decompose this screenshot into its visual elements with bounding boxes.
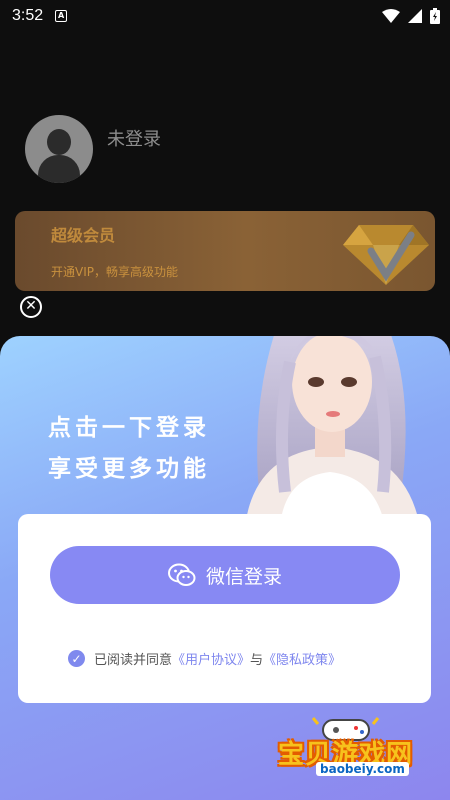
close-icon[interactable]: ✕	[20, 296, 42, 318]
login-card: 微信登录 ✓ 已阅读并同意 《用户协议》 与 《隐私政策》	[18, 514, 431, 703]
watermark-url: baobeiy.com	[316, 762, 409, 776]
user-agreement-link[interactable]: 《用户协议》	[172, 649, 250, 668]
agreement-row: ✓ 已阅读并同意 《用户协议》 与 《隐私政策》	[68, 649, 341, 668]
vip-description: 开通VIP，畅享高级功能	[51, 265, 178, 279]
vip-title: 超级会员	[51, 226, 116, 245]
check-icon[interactable]: ✓	[68, 650, 85, 667]
agreement-prefix: 已阅读并同意	[94, 653, 173, 668]
promo-line-2: 享受更多功能	[48, 456, 210, 482]
privacy-policy-link[interactable]: 《隐私政策》	[263, 649, 341, 668]
character-illustration	[245, 336, 420, 526]
watermark: 宝贝游戏网 baobeiy.com	[268, 712, 428, 792]
user-icon[interactable]	[25, 115, 93, 183]
wechat-login-button[interactable]: 微信登录	[50, 546, 400, 604]
login-status[interactable]: 未登录	[107, 125, 161, 151]
wechat-login-label: 微信登录	[205, 565, 282, 588]
agreement-connector: 与	[250, 653, 264, 668]
diamond-icon	[343, 225, 429, 285]
wechat-icon	[167, 563, 196, 587]
promo-line-1: 点击一下登录	[48, 415, 210, 441]
vip-card[interactable]: 超级会员 开通VIP，畅享高级功能	[15, 211, 435, 291]
